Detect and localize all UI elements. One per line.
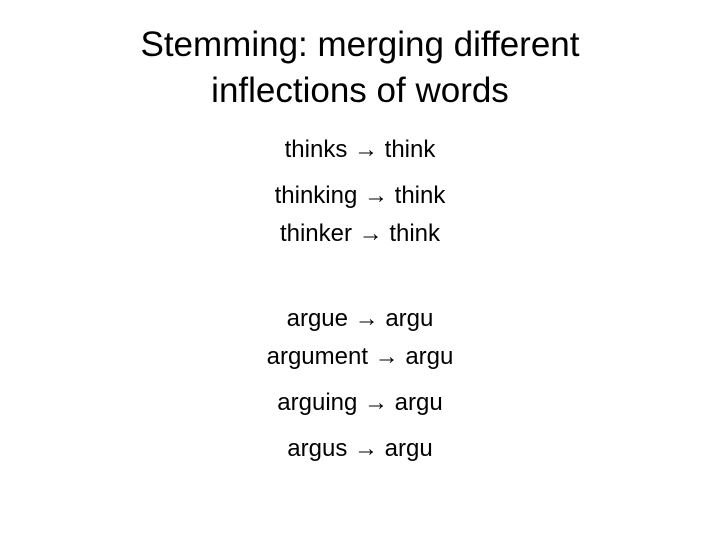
stem-example-argument: argument → argu (266, 343, 454, 370)
stem-example-arguing: arguing → argu (277, 389, 443, 416)
stem-example-argus: argus → argu (287, 435, 433, 462)
stem-example-thinks: thinks → think (284, 136, 436, 163)
slide-title-line-1: Stemming: merging different (140, 25, 580, 64)
stem-example-thinker: thinker → think (279, 220, 441, 247)
slide: Stemming: merging different inflections … (0, 0, 720, 540)
stem-example-thinking: thinking → think (274, 182, 446, 209)
slide-title: Stemming: merging different inflections … (60, 22, 660, 114)
stem-example-argue: argue → argu (286, 305, 434, 332)
slide-title-line-2: inflections of words (211, 71, 509, 110)
